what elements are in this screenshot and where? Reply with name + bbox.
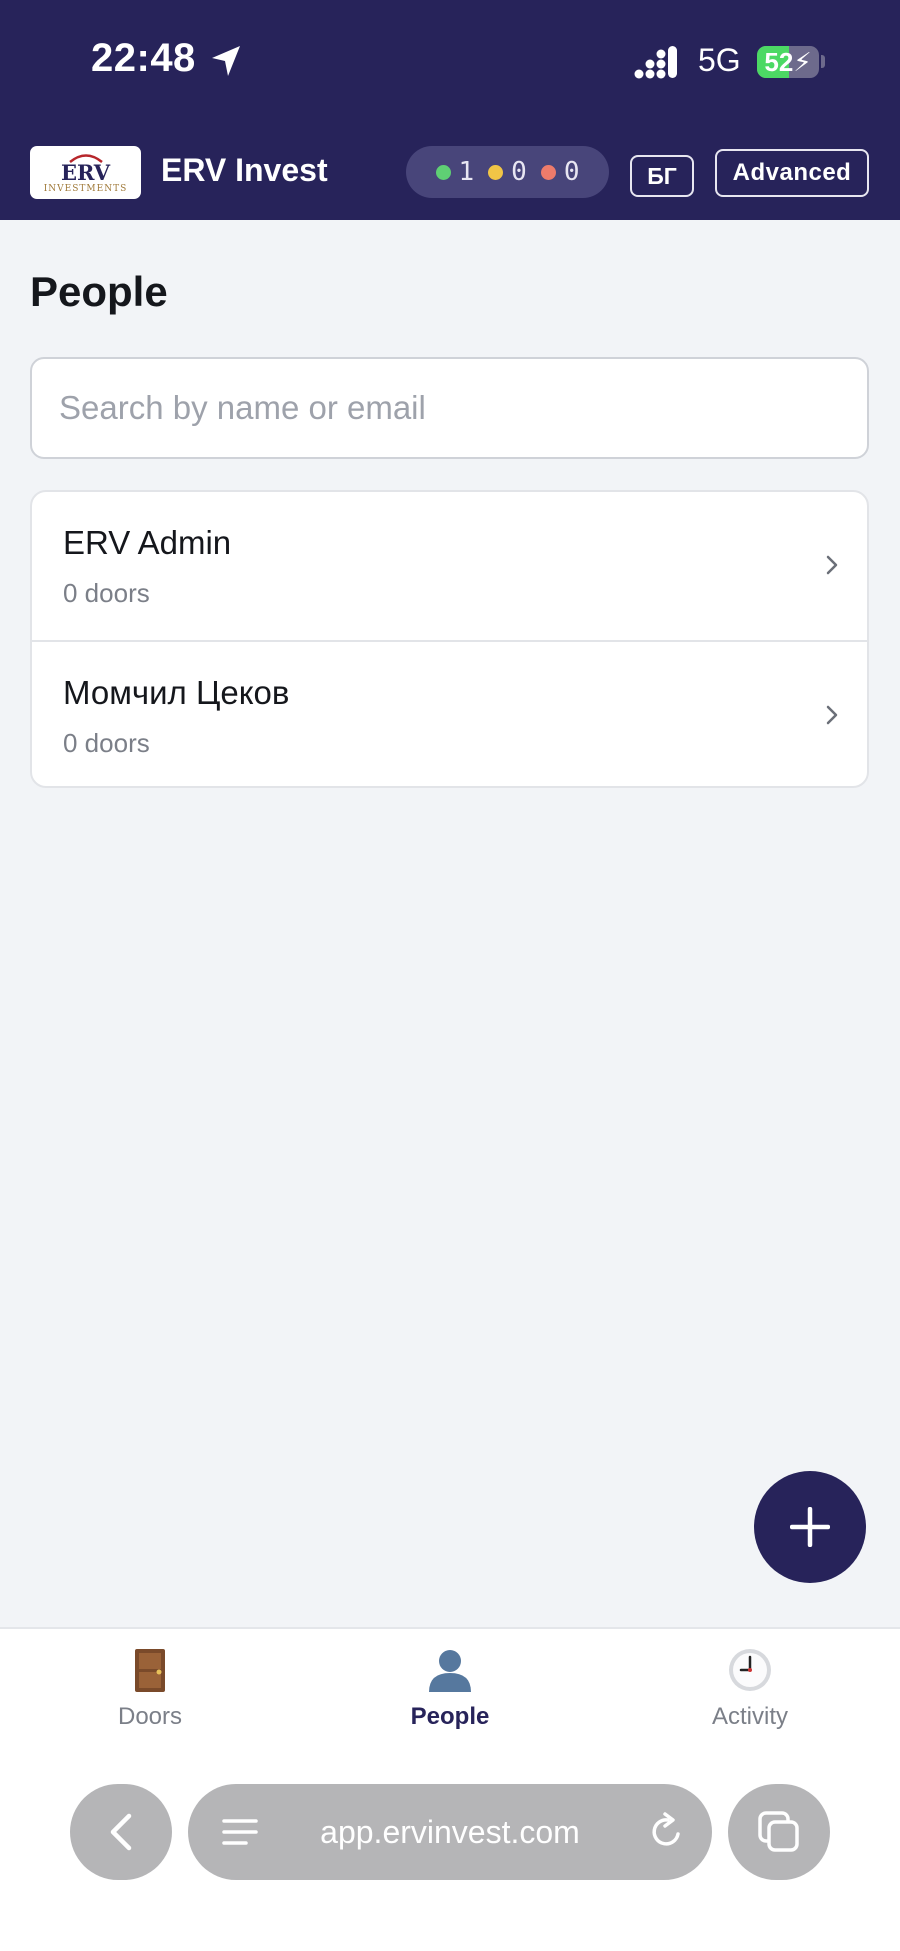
- list-item[interactable]: Момчил Цеков 0 doors: [32, 640, 867, 786]
- advanced-button[interactable]: Advanced: [715, 149, 869, 197]
- people-list: ERV Admin 0 doors Момчил Цеков 0 doors: [30, 490, 869, 788]
- person-door-count: 0 doors: [63, 578, 150, 608]
- battery-level: 52 ⚡: [764, 46, 812, 77]
- person-name: Момчил Цеков: [63, 674, 290, 711]
- battery-indicator: 52 ⚡: [757, 46, 819, 78]
- network-type: 5G: [698, 42, 741, 78]
- clock-icon: [729, 1649, 771, 1691]
- address-bar[interactable]: app.ervinvest.com: [188, 1784, 712, 1880]
- tabs-icon: [758, 1811, 799, 1852]
- reload-icon[interactable]: [646, 1812, 686, 1852]
- plus-icon: [790, 1507, 830, 1547]
- signal-icon: [634, 46, 677, 79]
- tab-label: Doors: [117, 1703, 183, 1730]
- tab-label: Activity: [711, 1703, 788, 1730]
- status-counters[interactable]: 1 0 0: [406, 146, 609, 198]
- bottom-nav: Doors People Activity app.ervinvest.com: [0, 1627, 900, 1951]
- tab-activity[interactable]: Activity: [650, 1645, 850, 1745]
- counter-online: 1: [435, 157, 474, 187]
- app-title: ERV Invest: [161, 152, 328, 188]
- tab-people[interactable]: People: [350, 1645, 550, 1745]
- person-name: ERV Admin: [63, 524, 232, 561]
- charging-bolt-icon: ⚡: [793, 46, 812, 77]
- yellow-dot-icon: [488, 164, 504, 180]
- counter-offline: 0: [540, 157, 579, 187]
- url-text: app.ervinvest.com: [320, 1813, 580, 1850]
- language-toggle-button[interactable]: БГ: [630, 155, 694, 197]
- chevron-left-icon: [110, 1813, 132, 1851]
- location-arrow-icon: [212, 46, 240, 76]
- page-title: People: [30, 268, 168, 315]
- tab-label: People: [410, 1703, 490, 1730]
- company-logo[interactable]: ERV INVESTMENTS: [30, 146, 141, 199]
- app-header: 22:48 5G 52 ⚡ ERV INVESTMENTS ERV Invest …: [0, 0, 900, 220]
- chevron-right-icon: [826, 555, 838, 575]
- status-time: 22:48: [91, 36, 196, 80]
- logo-text: ERV: [60, 160, 110, 185]
- browser-tabs-button[interactable]: [728, 1784, 830, 1880]
- add-person-button[interactable]: [754, 1471, 866, 1583]
- counter-warning: 0: [488, 157, 527, 187]
- logo-subtext: INVESTMENTS: [43, 184, 128, 194]
- battery-nub: [821, 55, 825, 68]
- list-item[interactable]: ERV Admin 0 doors: [32, 492, 867, 640]
- door-icon: [135, 1649, 165, 1692]
- person-door-count: 0 doors: [63, 728, 150, 758]
- red-dot-icon: [540, 164, 556, 180]
- tab-doors[interactable]: Doors: [50, 1645, 250, 1745]
- chevron-right-icon: [826, 705, 838, 725]
- browser-back-button[interactable]: [70, 1784, 172, 1880]
- green-dot-icon: [435, 164, 451, 180]
- search-input[interactable]: [30, 357, 869, 459]
- person-icon: [429, 1650, 471, 1692]
